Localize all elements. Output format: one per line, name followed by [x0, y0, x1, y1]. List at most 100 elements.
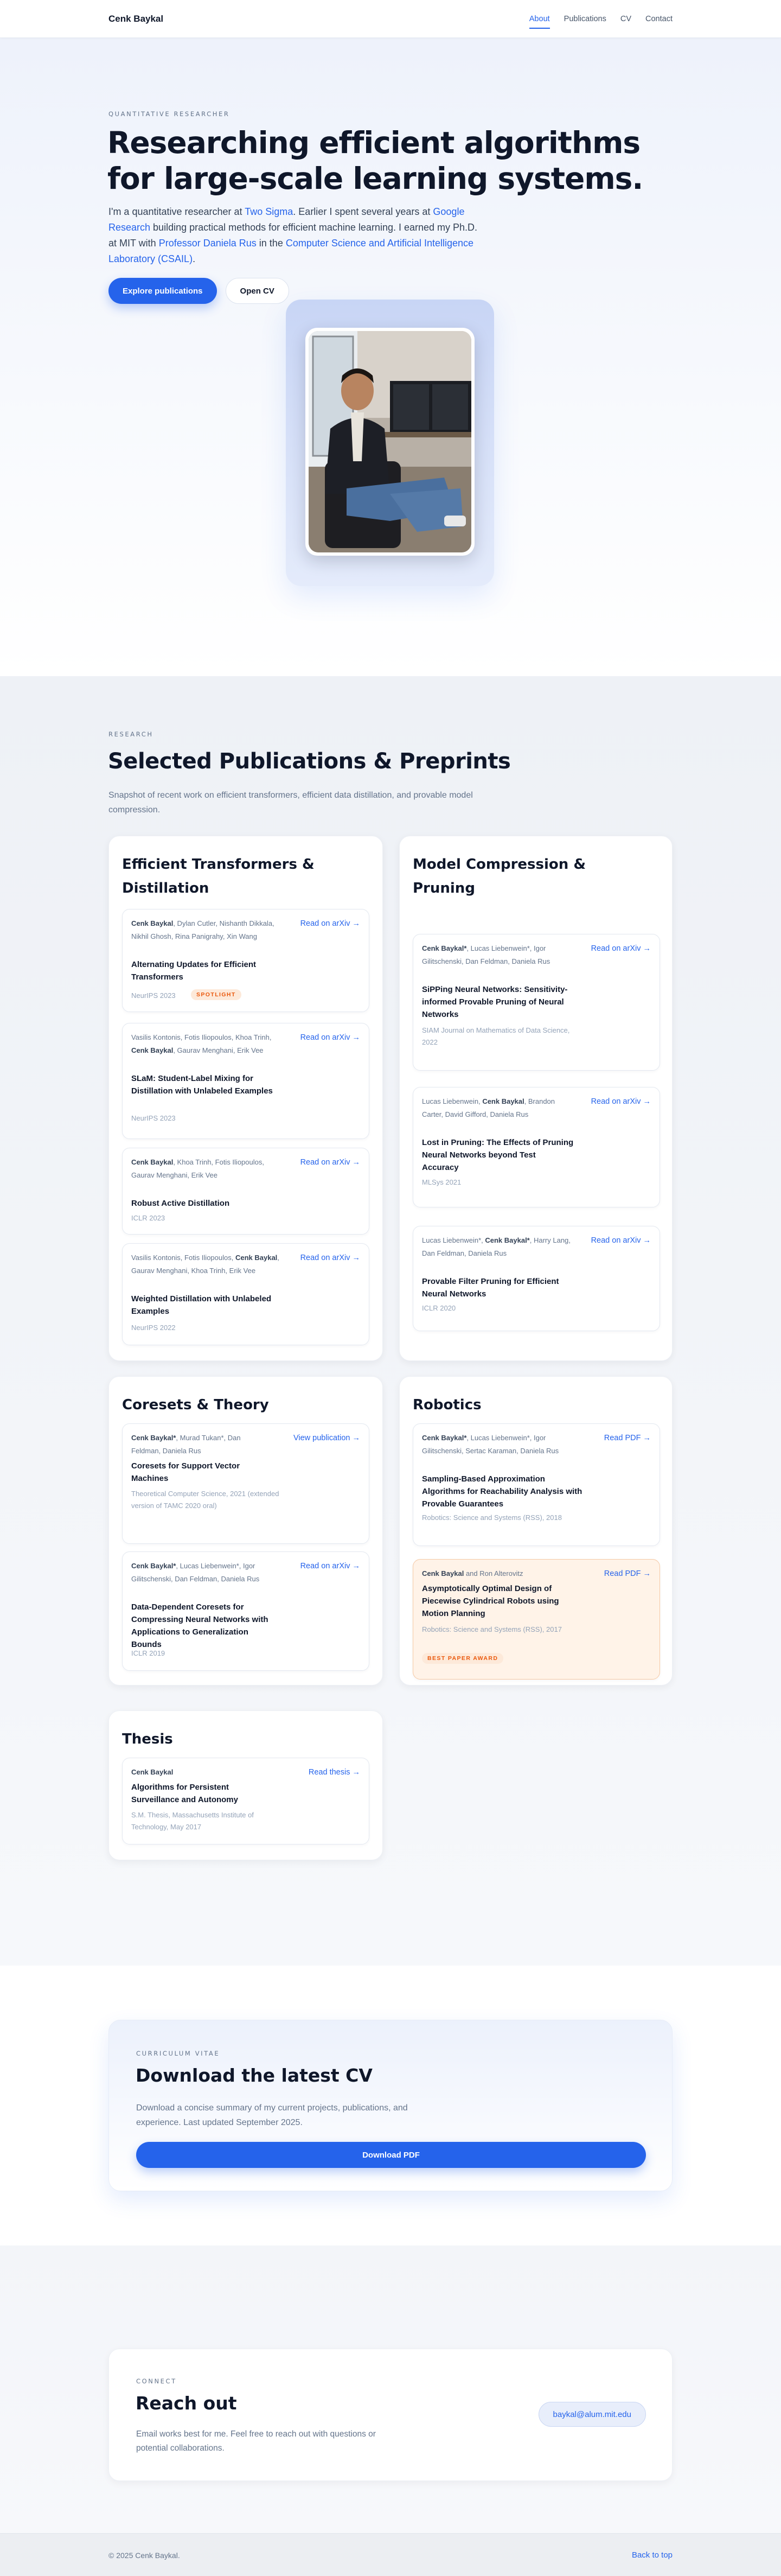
pub-venue: NeurIPS 2023 — [131, 991, 176, 1000]
pub-authors: Cenk Baykal and Ron Alterovitz — [422, 1569, 523, 1578]
explore-publications-button[interactable]: Explore publications — [108, 278, 217, 304]
back-to-top-link[interactable]: Back to top — [632, 2550, 673, 2560]
footer: © 2025 Cenk Baykal. Back to top — [0, 2533, 781, 2576]
pub-venue: SIAM Journal on Mathematics of Data Scie… — [422, 1026, 570, 1046]
arxiv-link[interactable]: Read on arXiv → — [300, 917, 360, 930]
pub-authors: Lucas Liebenwein*, Cenk Baykal*, Harry L… — [422, 1236, 571, 1257]
nav-link-publications[interactable]: Publications — [564, 11, 606, 27]
pub-authors: Cenk Baykal, Dylan Cutler, Nishanth Dikk… — [131, 919, 274, 940]
email-button[interactable]: baykal@alum.mit.edu — [538, 2402, 646, 2427]
intro-text: . — [193, 253, 196, 264]
publication-card: Cenk Baykal*, Lucas Liebenwein*, Igor Gi… — [413, 1423, 660, 1546]
pub-venue: NeurIPS 2022 — [131, 1324, 176, 1332]
hero-buttons: Explore publications Open CV — [108, 278, 289, 304]
cv-title: Download the latest CV — [136, 2065, 373, 2086]
pub-title: Robust Active Distillation — [131, 1199, 230, 1208]
pub-title: Alternating Updates for Efficient Transf… — [131, 960, 257, 982]
open-cv-button[interactable]: Open CV — [225, 278, 289, 304]
nav-links: About Publications CV Contact — [529, 11, 673, 29]
daniela-rus-link[interactable]: Professor Daniela Rus — [159, 238, 257, 249]
pub-venue: ICLR 2020 — [422, 1304, 456, 1312]
pub-title: Algorithms for Persistent Surveillance a… — [131, 1783, 238, 1804]
pub-authors: Vasilis Kontonis, Fotis Iliopoulos, Cenk… — [131, 1254, 279, 1275]
pub-title: Coresets for Support Vector Machines — [131, 1461, 240, 1483]
intro-text: I'm a quantitative researcher at — [108, 206, 245, 217]
contact-eyebrow: CONNECT — [136, 2377, 177, 2385]
pub-venue: Robotics: Science and Systems (RSS), 201… — [422, 1625, 562, 1633]
publication-card: Vasilis Kontonis, Fotis Iliopoulos, Cenk… — [122, 1243, 369, 1345]
pub-title: Asymptotically Optimal Design of Piecewi… — [422, 1584, 559, 1618]
portrait-illustration — [309, 331, 471, 552]
publication-card: Cenk Baykal Read thesis → Algorithms for… — [122, 1758, 369, 1844]
publication-card: Vasilis Kontonis, Fotis Iliopoulos, Khoa… — [122, 1023, 369, 1139]
intro-text: . Earlier I spent several years at — [293, 206, 433, 217]
pub-venue: Robotics: Science and Systems (RSS), 201… — [422, 1513, 562, 1522]
hero-title: Researching efficient algorithms for lar… — [107, 125, 643, 196]
pub-title: Provable Filter Pruning for Efficient Ne… — [422, 1277, 559, 1299]
pub-authors: Lucas Liebenwein, Cenk Baykal, Brandon C… — [422, 1097, 555, 1118]
nav-link-cv[interactable]: CV — [620, 11, 631, 27]
best-paper-award-badge: BEST PAPER AWARD — [422, 1653, 504, 1664]
pub-authors: Cenk Baykal*, Lucas Liebenwein*, Igor Gi… — [131, 1562, 260, 1583]
intro-text: in the — [256, 238, 286, 249]
group-thesis: Thesis Cenk Baykal Read thesis → Algorit… — [108, 1710, 383, 1860]
pub-title: Data-Dependent Coresets for Compressing … — [131, 1602, 268, 1649]
arxiv-link[interactable]: Read on arXiv → — [300, 1560, 360, 1573]
portrait-frame — [286, 300, 494, 586]
pub-authors: Cenk Baykal*, Lucas Liebenwein*, Igor Gi… — [422, 1434, 559, 1455]
arxiv-link[interactable]: Read on arXiv → — [591, 1095, 651, 1108]
publication-card-award: Cenk Baykal and Ron Alterovitz Read PDF … — [413, 1559, 660, 1680]
cv-card: CURRICULUM VITAE Download the latest CV … — [108, 2020, 673, 2191]
pub-authors: Cenk Baykal*, Murad Tukan*, Dan Feldman,… — [131, 1434, 241, 1455]
pdf-link[interactable]: Read PDF → — [604, 1432, 651, 1445]
pub-venue: ICLR 2023 — [131, 1214, 165, 1222]
pub-venue: Theoretical Computer Science, 2021 (exte… — [131, 1490, 279, 1510]
publication-card: Cenk Baykal*, Lucas Liebenwein*, Igor Gi… — [122, 1551, 369, 1671]
arxiv-link[interactable]: Read on arXiv → — [300, 1031, 360, 1044]
pub-title: SiPPing Neural Networks: Sensitivity-inf… — [422, 985, 568, 1019]
pub-authors: Cenk Baykal — [131, 1768, 174, 1776]
spotlight-badge: SPOTLIGHT — [191, 989, 241, 1000]
pub-venue: S.M. Thesis, Massachusetts Institute of … — [131, 1811, 254, 1831]
group-model-compression: Model Compression & Pruning Cenk Baykal*… — [399, 836, 673, 1361]
research-section: RESEARCH Selected Publications & Preprin… — [0, 676, 781, 1966]
hero-intro: I'm a quantitative researcher at Two Sig… — [108, 204, 483, 267]
pub-title: SLaM: Student-Label Mixing for Distillat… — [131, 1074, 273, 1096]
group-title: Efficient Transformers & Distillation — [122, 856, 315, 896]
cv-eyebrow: CURRICULUM VITAE — [136, 2050, 220, 2057]
arxiv-link[interactable]: Read on arXiv → — [591, 942, 651, 955]
thesis-link[interactable]: Read thesis → — [309, 1766, 360, 1779]
arxiv-link[interactable]: Read on arXiv → — [591, 1234, 651, 1247]
nav-link-about[interactable]: About — [529, 11, 550, 29]
pdf-link[interactable]: Read PDF → — [604, 1567, 651, 1580]
arxiv-link[interactable]: Read on arXiv → — [300, 1251, 360, 1264]
two-sigma-link[interactable]: Two Sigma — [245, 206, 293, 217]
group-title: Coresets & Theory — [122, 1397, 269, 1413]
top-nav: Cenk Baykal About Publications CV Contac… — [0, 0, 781, 38]
group-title: Robotics — [413, 1397, 482, 1413]
publication-card: Lucas Liebenwein*, Cenk Baykal*, Harry L… — [413, 1226, 660, 1331]
pub-authors: Vasilis Kontonis, Fotis Iliopoulos, Khoa… — [131, 1033, 272, 1054]
publication-card: Cenk Baykal, Dylan Cutler, Nishanth Dikk… — [122, 909, 369, 1012]
pub-venue: ICLR 2019 — [131, 1649, 165, 1657]
research-title: Selected Publications & Preprints — [108, 749, 511, 774]
publication-card: Lucas Liebenwein, Cenk Baykal, Brandon C… — [413, 1087, 660, 1207]
pub-title: Weighted Distillation with Unlabeled Exa… — [131, 1294, 272, 1316]
arxiv-link[interactable]: Read on arXiv → — [300, 1156, 360, 1169]
contact-description: Email works best for me. Feel free to re… — [136, 2429, 376, 2453]
contact-title: Reach out — [136, 2393, 237, 2414]
cv-description: Download a concise summary of my current… — [136, 2103, 408, 2127]
research-subtitle: Snapshot of recent work on efficient tra… — [108, 791, 473, 815]
publication-link[interactable]: View publication → — [293, 1432, 360, 1445]
brand-name[interactable]: Cenk Baykal — [108, 14, 163, 24]
hero-section: QUANTITATIVE RESEARCHER Researching effi… — [0, 38, 781, 676]
pub-venue: NeurIPS 2023 — [131, 1114, 176, 1122]
pub-authors: Cenk Baykal*, Lucas Liebenwein*, Igor Gi… — [422, 944, 550, 965]
pub-title: Sampling-Based Approximation Algorithms … — [422, 1474, 582, 1509]
hero-eyebrow: QUANTITATIVE RESEARCHER — [108, 110, 230, 118]
group-title: Thesis — [122, 1731, 173, 1747]
publication-card: Cenk Baykal*, Lucas Liebenwein*, Igor Gi… — [413, 934, 660, 1071]
group-robotics: Robotics Cenk Baykal*, Lucas Liebenwein*… — [399, 1376, 673, 1685]
download-pdf-button[interactable]: Download PDF — [136, 2142, 646, 2168]
nav-link-contact[interactable]: Contact — [645, 11, 673, 27]
